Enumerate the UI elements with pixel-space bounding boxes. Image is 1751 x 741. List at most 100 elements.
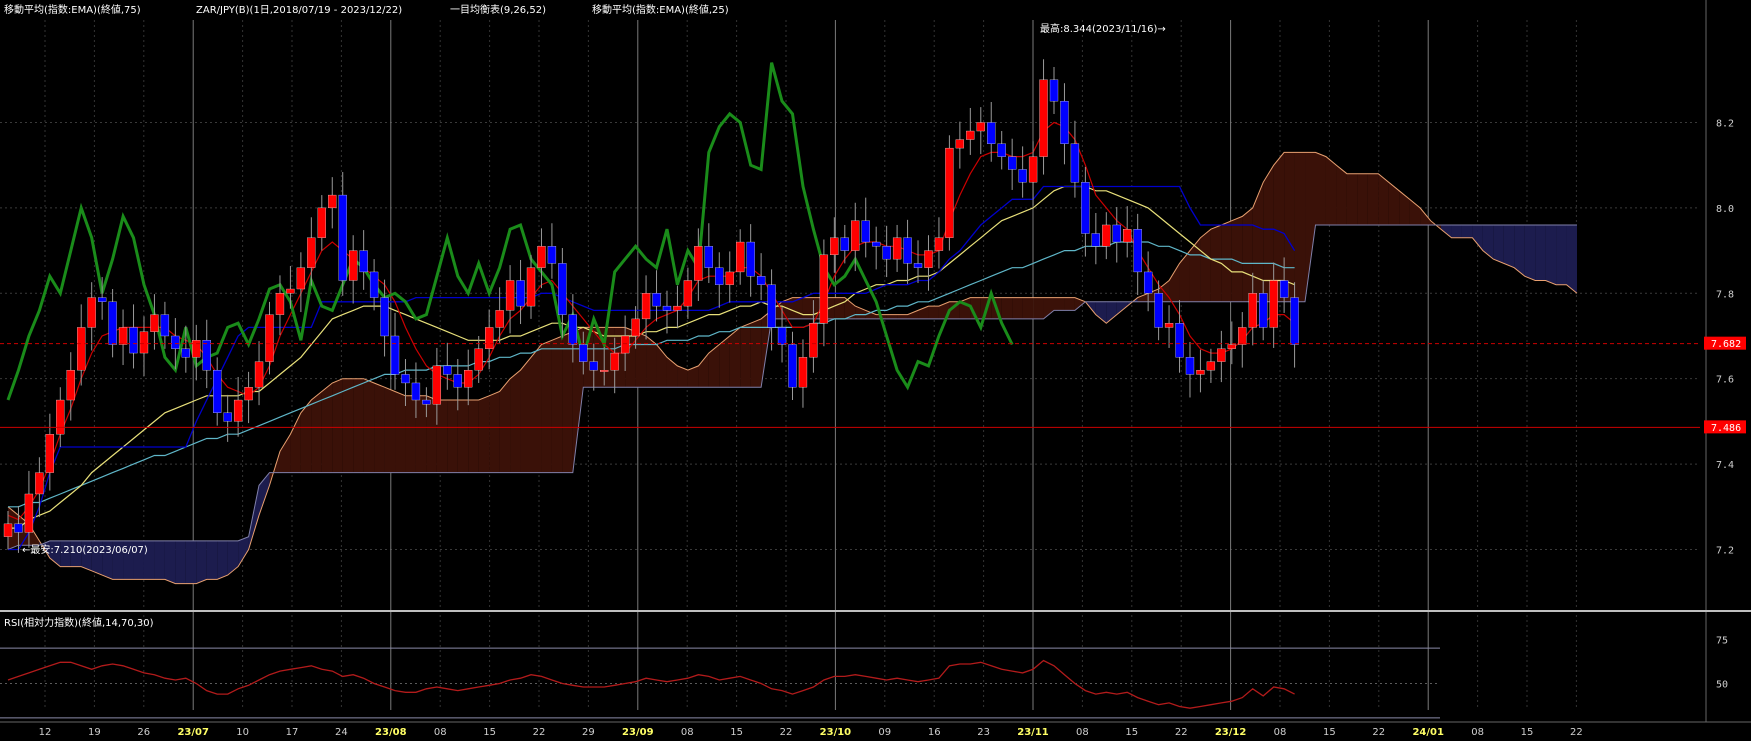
candle-up [830,237,839,256]
level-price-tag: 7.486 [1704,420,1746,434]
candle-down [338,194,347,281]
price-tick-label: 7.8 [1716,289,1734,300]
candle-up [976,122,985,132]
cloud-segment [1294,152,1306,302]
cloud-segment [1221,220,1232,302]
date-tick-label: 15 [730,727,743,738]
candle-up [798,357,808,388]
date-tick-label: 17 [286,727,299,738]
cloud-segment [342,378,354,473]
candle-down [913,263,923,268]
cloud-segment [1388,182,1400,225]
candle-down [380,297,389,337]
candle-down [767,284,776,328]
candle-up [317,207,326,238]
cloud-segment [206,540,218,580]
cloud-segment [1367,173,1379,225]
cloud-segment [1200,229,1211,302]
candle-down [202,340,211,371]
candle-up [683,280,693,307]
cloud-segment [384,387,396,473]
candle-up [955,139,965,149]
candle-up [118,327,128,345]
candle-up [87,297,96,328]
cloud-segment [750,318,762,388]
candle-up [254,361,264,388]
cloud-segment [1451,224,1462,238]
candle-down [401,374,410,384]
candle-up [35,472,44,495]
cloud-segment [489,391,500,473]
candle-up [1238,327,1247,345]
candle-up [56,399,65,435]
candle-up [694,246,703,281]
cloud-segment [510,370,521,473]
candle-up [1217,348,1226,362]
cloud-segment [405,395,416,473]
cloud-segment [886,314,898,319]
date-tick-label: 16 [928,727,941,738]
cloud-segment [1064,297,1075,311]
month-tick-label: 23/08 [375,727,407,738]
cloud-segment [1033,297,1044,319]
cloud-segment [1441,224,1452,238]
cloud-segment [531,344,542,473]
cloud-segment [426,395,437,473]
rsi-legend: RSI(相対力指数)(終値,14,70,30) [4,616,154,629]
cloud-segment [1556,224,1567,285]
candle-up [349,250,358,281]
candle-down [1133,229,1142,273]
candle-down [777,327,787,345]
candle-down [443,365,452,375]
date-tick-label: 08 [1076,727,1089,738]
candle-down [223,412,232,422]
candle-up [610,352,619,371]
price-tick-label: 7.2 [1716,545,1734,556]
candle-down [213,369,222,413]
rsi-tick-label: 75 [1716,635,1728,646]
cloud-segment [520,357,531,473]
date-tick-label: 15 [1125,727,1138,738]
candle-up [537,246,546,268]
candle-up [1028,156,1038,183]
date-tick-label: 10 [236,727,249,738]
candle-down [108,301,117,345]
cloud-segment [1325,156,1337,225]
candle-up [139,331,149,354]
cloud-segment [1493,224,1504,264]
cloud-segment [1043,297,1054,319]
candle-up [24,493,34,533]
current-price-tag: 7.682 [1704,336,1746,350]
cloud-segment [217,540,228,580]
cloud-segment [1399,190,1410,225]
chart-canvas: 移動平均(指数:EMA)(終値,75) ZAR/JPY(B)(1日,2018/0… [0,0,1751,738]
cloud-segment [1461,224,1473,238]
cloud-segment [1503,224,1515,268]
cloud-segment [1022,297,1034,319]
date-tick-label: 29 [582,727,595,738]
candle-down [359,250,368,273]
cloud-segment [1315,152,1326,225]
candle-up [600,369,609,372]
date-tick-label: 23 [977,727,990,738]
candle-up [966,130,975,140]
cloud-segment [468,400,479,473]
date-tick-label: 22 [533,727,546,738]
candle-down [1279,280,1289,298]
month-tick-label: 23/09 [622,727,654,738]
candle-up [150,314,159,332]
cloud-segment [363,378,375,473]
candle-up [3,523,13,537]
candle-up [1123,229,1132,243]
cloud-segment [499,378,511,473]
header-labels: 移動平均(指数:EMA)(終値,75) ZAR/JPY(B)(1日,2018/0… [4,3,729,16]
month-tick-label: 23/12 [1215,727,1247,738]
candle-down [1259,293,1268,328]
cloud-segment [802,297,814,319]
price-axis: 8.2 8.0 7.8 7.6 7.4 7.2 [1705,0,1734,722]
candle-up [851,220,860,251]
cloud-segment [834,297,845,319]
candle-up [464,369,473,388]
candle-down [1049,79,1059,102]
candle-up [1269,280,1278,328]
